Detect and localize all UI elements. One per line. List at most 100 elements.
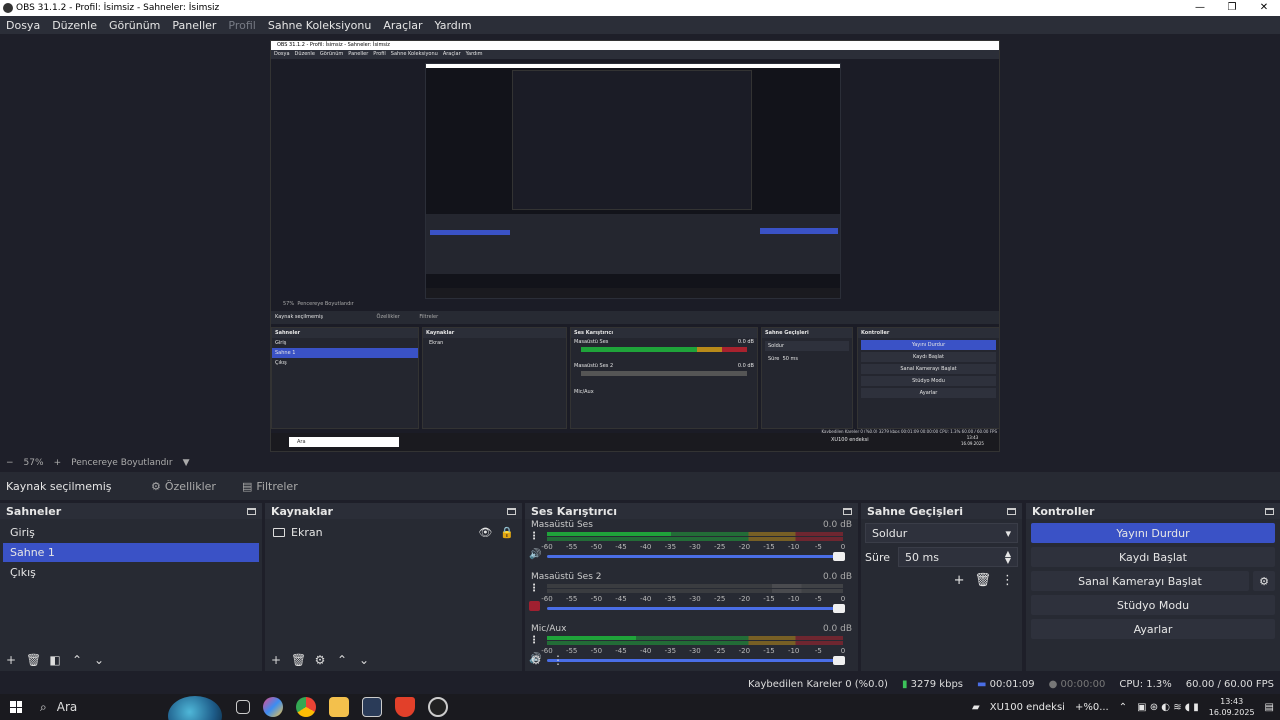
undock-icon[interactable] [1265, 507, 1274, 515]
file-explorer-icon[interactable] [329, 697, 349, 717]
eye-icon[interactable]: 👁 [478, 526, 492, 539]
undock-icon[interactable] [1007, 507, 1016, 515]
close-button[interactable]: ✕ [1248, 0, 1280, 16]
source-settings-icon[interactable]: ⚙ [313, 653, 327, 667]
task-view-icon[interactable] [236, 700, 250, 714]
obs-icon[interactable] [428, 697, 448, 717]
volume-slider[interactable] [547, 656, 845, 665]
meter-tick-label: -35 [664, 647, 677, 655]
move-down-icon[interactable]: ⌄ [357, 653, 371, 667]
slider-handle[interactable] [833, 604, 845, 613]
meter-tick-label: -30 [689, 595, 701, 603]
remove-scene-icon[interactable]: 🗑 [26, 653, 41, 667]
chevron-up-icon[interactable]: ⌃ [1119, 702, 1127, 713]
menu-file[interactable]: Dosya [0, 19, 46, 32]
studio-mode-button[interactable]: Stüdyo Modu [1031, 595, 1275, 615]
search-highlight-globe-icon [168, 696, 222, 720]
meter-tick-label: -45 [615, 543, 627, 551]
menu-profile[interactable]: Profil [222, 19, 261, 32]
start-button[interactable] [0, 701, 32, 713]
volume-slider[interactable] [547, 552, 845, 561]
move-down-icon[interactable]: ⌄ [92, 653, 106, 667]
scene-transitions-dock: Sahne Geçişleri Soldur ▾ Süre 50 ms ▲ ▼ +… [861, 503, 1022, 671]
meter-tick-label: -45 [615, 647, 627, 655]
virtual-camera-button[interactable]: Sanal Kamerayı Başlat [1031, 571, 1249, 591]
menu-view[interactable]: Görünüm [103, 19, 166, 32]
channel-menu-icon[interactable]: ⋮ [529, 635, 539, 646]
controls-dock: Kontroller Yayını Durdur Kaydı Başlat Sa… [1026, 503, 1280, 671]
add-source-icon[interactable]: + [269, 653, 283, 667]
meter-level [547, 636, 636, 640]
stream-icon: ▬ [977, 678, 987, 690]
meter-tick-label: -60 [541, 543, 553, 551]
remove-transition-icon[interactable]: 🗑 [974, 573, 991, 588]
scenes-title: Sahneler [6, 504, 62, 518]
gear-icon[interactable]: ⚙ [1253, 571, 1275, 591]
notification-icon[interactable]: ▤ [1265, 702, 1274, 713]
advanced-audio-icon[interactable]: ⚙ [529, 653, 543, 667]
store-icon[interactable] [362, 697, 382, 717]
add-scene-icon[interactable]: + [4, 653, 18, 667]
properties-button[interactable]: ⚙ Özellikler [145, 475, 222, 497]
scene-filters-icon[interactable]: ◧ [48, 653, 62, 667]
move-up-icon[interactable]: ⌃ [335, 653, 349, 667]
undock-icon[interactable] [507, 507, 516, 515]
minimize-button[interactable]: — [1184, 0, 1216, 16]
start-recording-button[interactable]: Kaydı Başlat [1031, 547, 1275, 567]
volume-slider[interactable] [547, 604, 845, 613]
slider-handle[interactable] [833, 656, 845, 665]
chrome-icon[interactable] [296, 697, 316, 717]
clock[interactable]: 13:43 16.09.2025 [1209, 696, 1255, 718]
menu-tools[interactable]: Araçlar [377, 19, 428, 32]
taskbar-search[interactable]: ⌕ Ara [32, 694, 222, 720]
scene-item-selected[interactable]: Sahne 1 [3, 543, 259, 562]
slider-handle[interactable] [833, 552, 845, 561]
menu-bar: Dosya Düzenle Görünüm Paneller Profil Sa… [0, 16, 1280, 34]
meter-tick-label: -5 [814, 543, 822, 551]
tray-icons[interactable]: ▣ ⊛ ◐ ≋ ◖ ▮ [1137, 702, 1199, 713]
stock-name[interactable]: XU100 endeksi [990, 702, 1065, 713]
zoom-mode-dropdown-icon[interactable]: ▼ [183, 458, 190, 468]
lock-icon[interactable]: 🔒 [500, 526, 514, 539]
menu-help[interactable]: Yardım [429, 19, 478, 32]
nested-menu: Dosya Düzenle Görünüm Paneller Profil Sahne K… [271, 50, 999, 59]
copilot-icon[interactable] [263, 697, 283, 717]
meter-tick-label: -15 [763, 595, 775, 603]
meter-tick-label: -30 [689, 647, 701, 655]
settings-button[interactable]: Ayarlar [1031, 619, 1275, 639]
scene-item[interactable]: Çıkış [3, 563, 259, 582]
undock-icon[interactable] [247, 507, 256, 515]
volume-meter [547, 532, 843, 542]
channel-menu-icon[interactable]: ⋮ [529, 531, 539, 542]
zoom-in-button[interactable]: + [54, 458, 62, 468]
menu-docks[interactable]: Paneller [166, 19, 222, 32]
spin-arrows-icon[interactable]: ▲ ▼ [1005, 550, 1011, 565]
channel-menu-icon[interactable]: ⋮ [529, 583, 539, 594]
transition-select[interactable]: Soldur ▾ [865, 523, 1018, 543]
brave-icon[interactable] [395, 697, 415, 717]
duration-input[interactable]: 50 ms ▲ ▼ [898, 547, 1018, 567]
menu-edit[interactable]: Düzenle [46, 19, 103, 32]
meter-tick-label: -5 [814, 647, 822, 655]
meter-tick-label: 0 [840, 647, 846, 655]
add-transition-icon[interactable]: + [954, 573, 965, 588]
speaker-icon[interactable]: 🔊 [529, 549, 541, 560]
scene-item[interactable]: Giriş [3, 523, 259, 542]
meter-tick-label: -55 [565, 595, 578, 603]
move-up-icon[interactable]: ⌃ [70, 653, 84, 667]
meter-tick-label: -35 [664, 543, 677, 551]
channel-db: 0.0 dB [822, 624, 852, 634]
muted-speaker-icon[interactable] [529, 601, 540, 611]
maximize-button[interactable]: ❐ [1216, 0, 1248, 16]
undock-icon[interactable] [843, 507, 852, 515]
transition-menu-icon[interactable]: ⋮ [1001, 573, 1014, 588]
meter-tick-label: -10 [787, 647, 800, 655]
menu-scene-collection[interactable]: Sahne Koleksiyonu [262, 19, 378, 32]
zoom-mode[interactable]: Pencereye Boyutlandır [71, 458, 172, 468]
stop-streaming-button[interactable]: Yayını Durdur [1031, 523, 1275, 543]
remove-source-icon[interactable]: 🗑 [291, 653, 306, 667]
filters-button[interactable]: ▤ Filtreler [236, 475, 304, 497]
zoom-out-button[interactable]: − [6, 458, 14, 468]
mixer-menu-icon[interactable]: ⋮ [551, 653, 565, 667]
source-item[interactable]: Ekran 👁 🔒 [269, 521, 518, 543]
